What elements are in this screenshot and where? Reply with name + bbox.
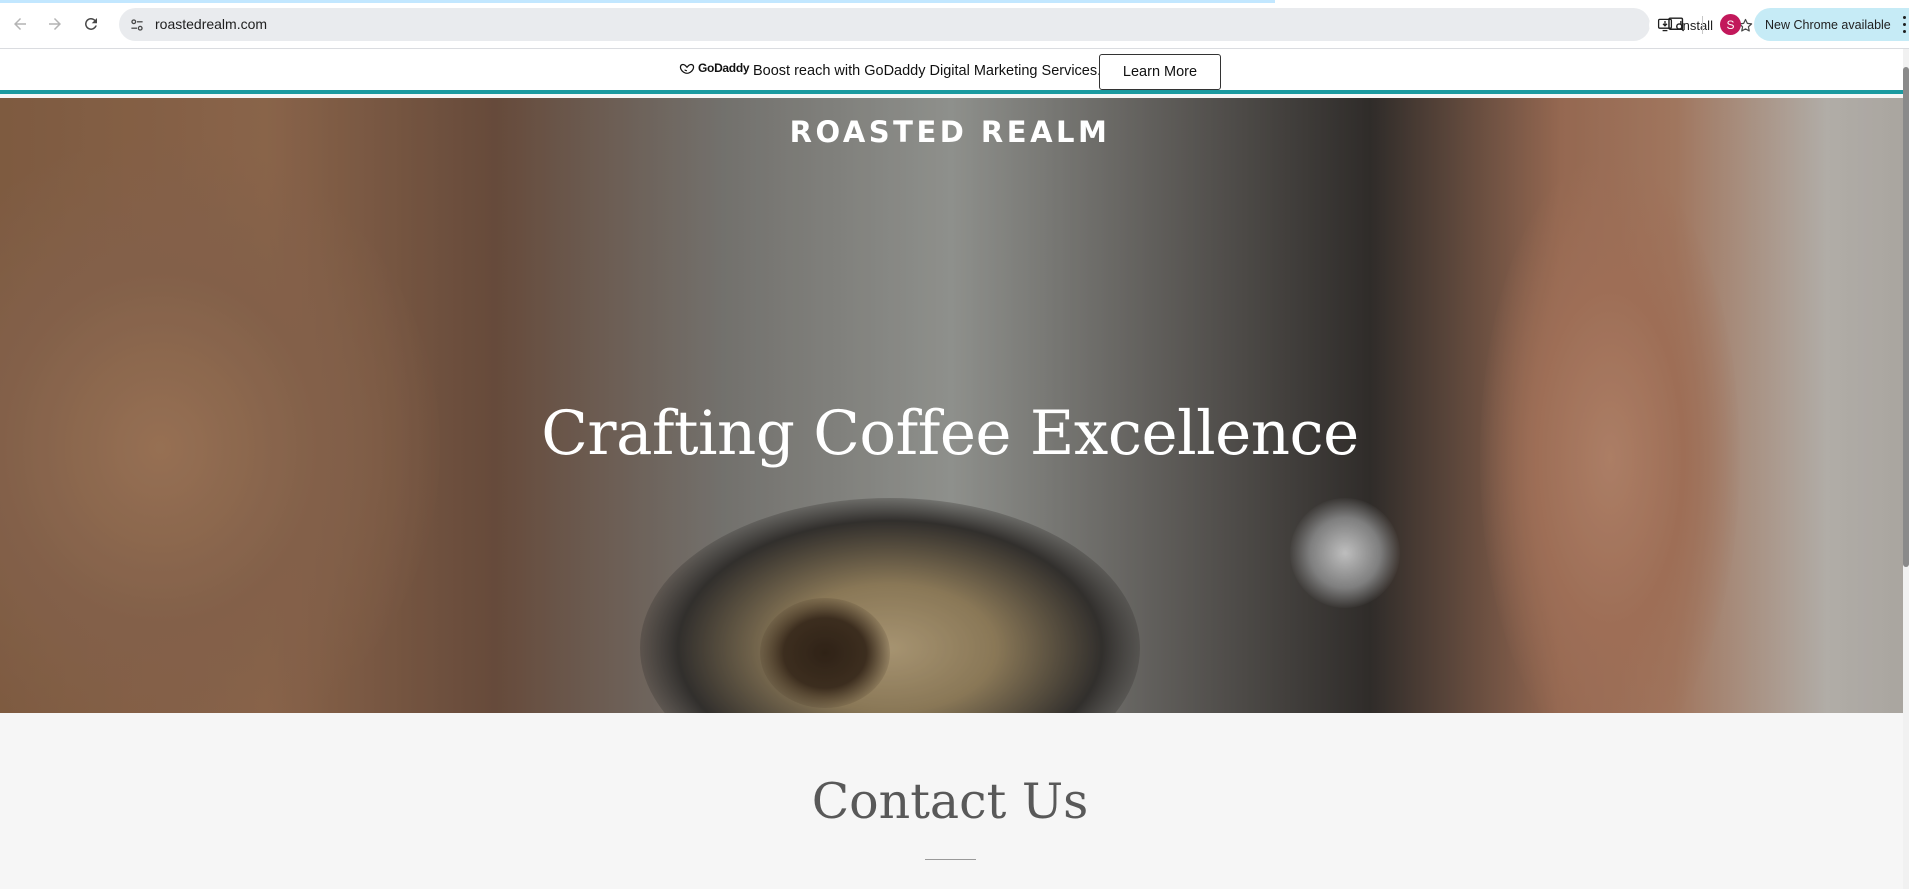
hero-title: Crafting Coffee Excellence: [541, 398, 1359, 469]
godaddy-logo-text: GoDaddy: [698, 61, 750, 75]
site-settings-icon: [131, 19, 143, 31]
reload-button[interactable]: [78, 11, 104, 37]
hero-section: ROASTED REALM Crafting Coffee Excellence: [0, 98, 1903, 713]
heading-divider: [925, 859, 976, 860]
toolbar-separator: [1702, 16, 1703, 34]
godaddy-logo: GoDaddy: [679, 61, 750, 75]
update-label: New Chrome available: [1765, 17, 1891, 32]
promo-message: Boost reach with GoDaddy Digital Marketi…: [753, 63, 1102, 79]
tab-search-button[interactable]: [1665, 13, 1687, 35]
more-menu-icon[interactable]: [1901, 16, 1907, 33]
chrome-update-button[interactable]: New Chrome available: [1754, 8, 1909, 41]
back-arrow-icon: [14, 18, 26, 30]
forward-button[interactable]: [42, 11, 68, 37]
page-load-progress: [0, 0, 1275, 3]
reload-icon: [85, 17, 97, 30]
contact-heading: Contact Us: [811, 773, 1089, 830]
site-brand[interactable]: ROASTED REALM: [0, 115, 1900, 149]
site-settings-button[interactable]: [127, 15, 147, 35]
scrollbar-thumb[interactable]: [1903, 67, 1909, 567]
forward-arrow-icon: [49, 18, 61, 30]
godaddy-logo-icon: [679, 63, 695, 74]
back-button[interactable]: [7, 11, 33, 37]
profile-avatar[interactable]: S: [1720, 14, 1741, 35]
browser-toolbar: roastedrealm.com Install S New Chrome av…: [0, 0, 1909, 49]
learn-more-button[interactable]: Learn More: [1099, 54, 1221, 90]
url-text[interactable]: roastedrealm.com: [155, 16, 267, 32]
promo-banner: GoDaddy Boost reach with GoDaddy Digital…: [0, 49, 1903, 94]
address-bar[interactable]: roastedrealm.com Install: [119, 8, 1752, 41]
contact-section: Contact Us: [0, 713, 1903, 889]
page-scrollbar[interactable]: [1903, 49, 1909, 889]
tab-search-icon: [1667, 16, 1684, 31]
